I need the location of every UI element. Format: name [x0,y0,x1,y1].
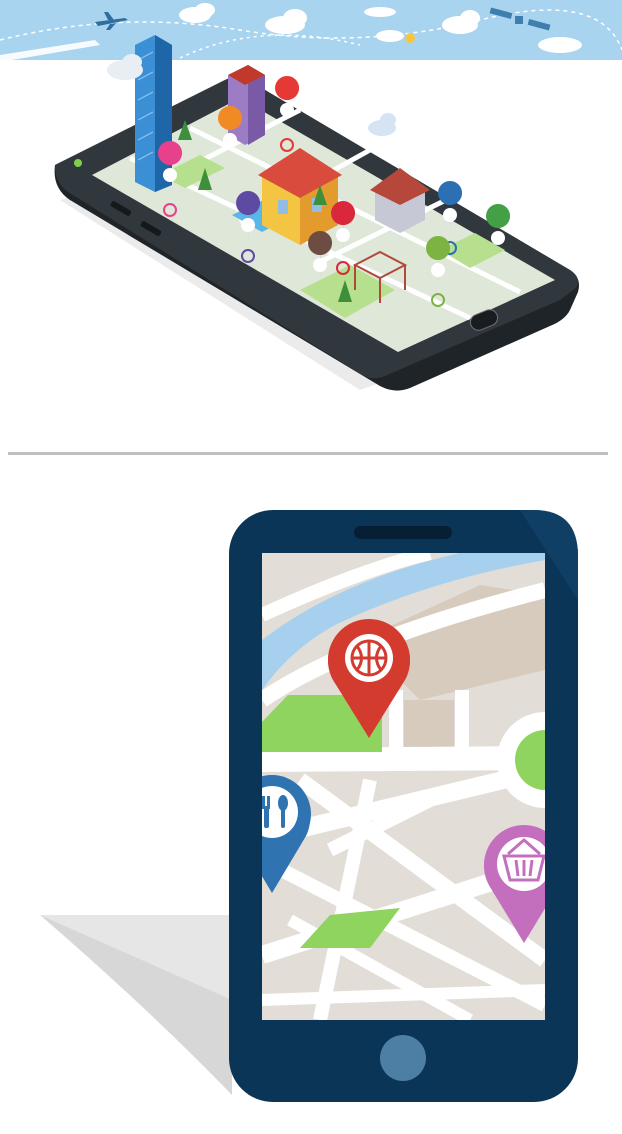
front-camera [74,159,82,167]
isometric-phone-illustration [0,0,622,420]
office-building-icon [228,65,265,145]
map-screen [262,553,545,1020]
speaker-slot [354,526,452,539]
flat-phone-illustration [0,470,622,1134]
cloud-icon [368,113,396,136]
sun-icon [405,33,415,43]
sky-band [0,0,622,60]
home-button [380,1035,426,1081]
divider [8,452,608,455]
